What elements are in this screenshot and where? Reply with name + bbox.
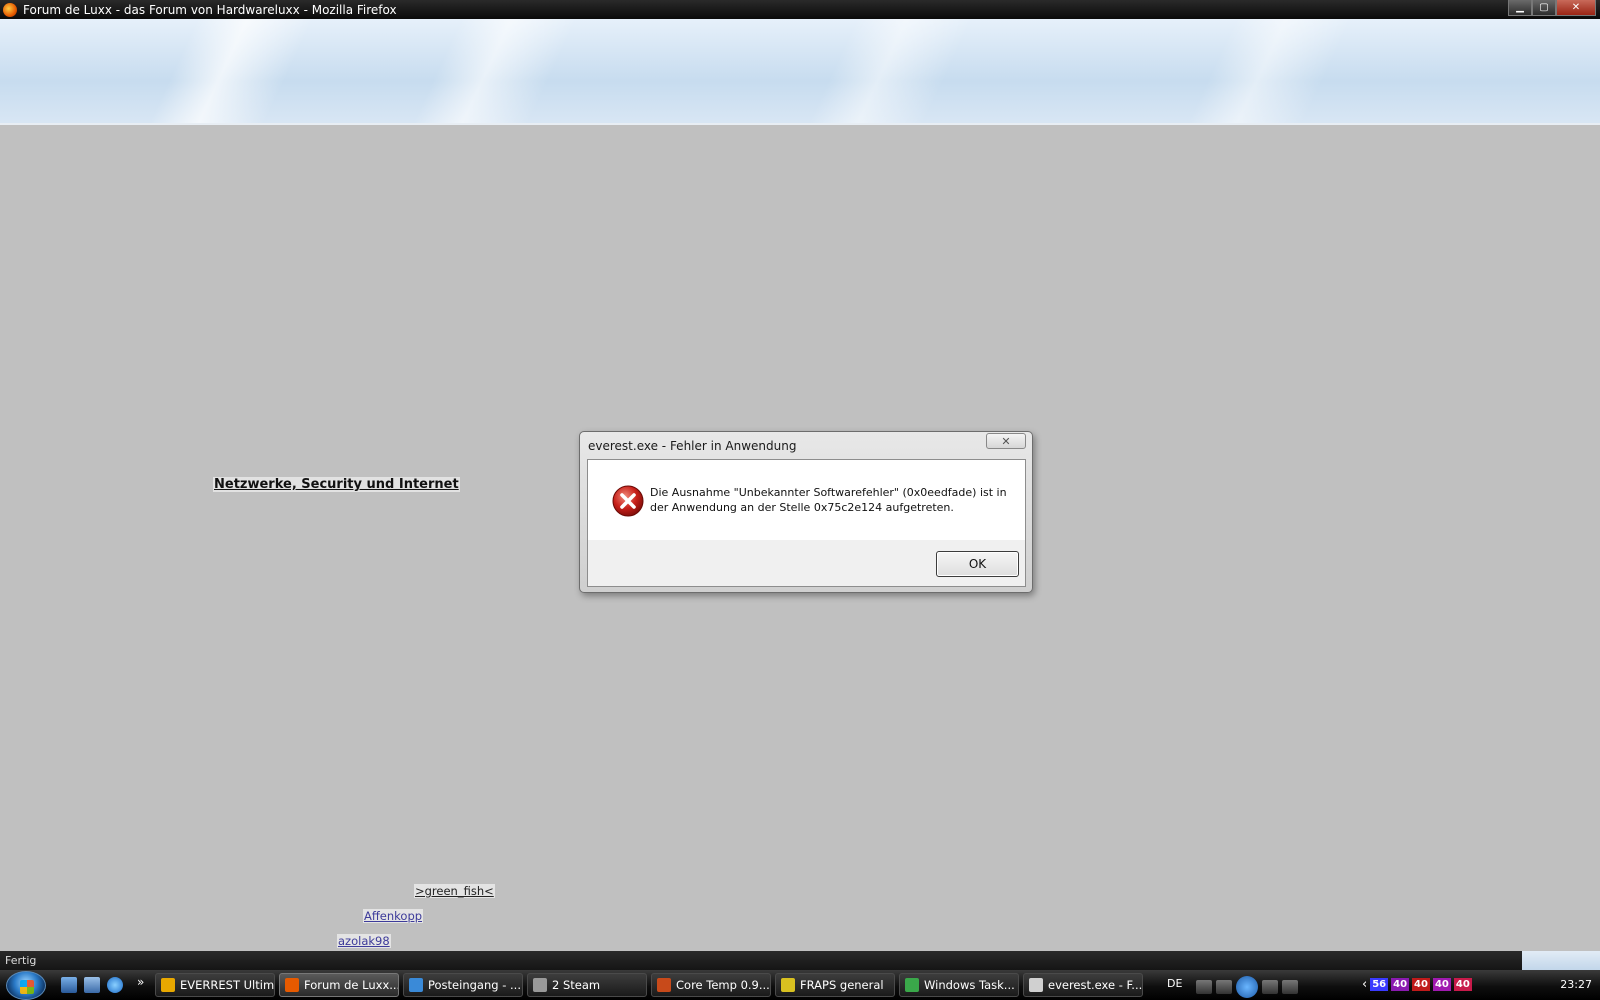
taskbar-button[interactable]: Core Temp 0.9.... (651, 973, 771, 997)
volume-icon[interactable] (1282, 980, 1298, 994)
ok-button[interactable]: OK (936, 551, 1019, 577)
taskbar: » EVERREST Ultim... Forum de Luxx... Poste… (0, 970, 1600, 1000)
minimize-button[interactable]: ▁ (1508, 0, 1532, 16)
switch-windows-icon[interactable] (84, 977, 100, 993)
dialog-close-button[interactable]: ✕ (986, 433, 1026, 449)
taskbar-button-label: EVERREST Ultim... (180, 978, 275, 992)
windows-logo-icon (20, 980, 34, 994)
user-link[interactable]: azolak98 (337, 934, 391, 948)
tray-expand-icon[interactable]: ‹ (1362, 977, 1367, 992)
browser-statusbar: Fertig (0, 951, 1600, 970)
window-controls: ▁ ▢ ✕ (1508, 0, 1596, 16)
browser-chrome-glass (0, 19, 1600, 125)
user-link[interactable]: Affenkopp (363, 909, 424, 923)
app-icon (1029, 978, 1043, 992)
taskbar-button[interactable]: FRAPS general (775, 973, 895, 997)
temperature-tray-icon[interactable]: 40 (1453, 978, 1472, 991)
taskbar-button-label: Core Temp 0.9.... (676, 978, 771, 992)
app-icon (533, 978, 547, 992)
clock[interactable]: 23:27 (1560, 978, 1592, 991)
taskbar-buttons: EVERREST Ultim... Forum de Luxx... Postein… (155, 973, 1143, 997)
status-text: Fertig (5, 954, 37, 967)
error-dialog: everest.exe - Fehler in Anwendung ✕ Die … (579, 431, 1033, 593)
user-link[interactable]: >green_fish< (414, 884, 495, 898)
taskbar-button-label: Posteingang - ... (428, 978, 521, 992)
taskbar-button[interactable]: Posteingang - ... (403, 973, 523, 997)
previous-icon[interactable] (1216, 980, 1232, 994)
system-tray: ‹ 56 40 40 40 40 (1362, 977, 1472, 992)
taskbar-button-label: Windows Task... (924, 978, 1015, 992)
dialog-message-area: Die Ausnahme "Unbekannter Softwarefehler… (588, 460, 1025, 540)
taskbar-button[interactable]: Windows Task... (899, 973, 1019, 997)
show-desktop-icon[interactable] (61, 977, 77, 993)
dialog-title: everest.exe - Fehler in Anwendung (588, 439, 797, 453)
play-icon[interactable] (1236, 976, 1258, 998)
forum-section-heading[interactable]: Netzwerke, Security und Internet (213, 477, 460, 492)
app-icon (161, 978, 175, 992)
next-icon[interactable] (1262, 980, 1278, 994)
maximize-button[interactable]: ▢ (1532, 0, 1556, 16)
temperature-tray-icon[interactable]: 40 (1412, 978, 1430, 991)
app-icon (781, 978, 795, 992)
stop-icon[interactable] (1196, 980, 1212, 994)
temperature-tray-icon[interactable]: 56 (1370, 978, 1389, 991)
quick-launch (61, 977, 123, 993)
taskbar-button[interactable]: EVERREST Ultim... (155, 973, 275, 997)
taskbar-button-label: 2 Steam (552, 978, 601, 992)
window-titlebar: Forum de Luxx - das Forum von Hardwarelu… (0, 0, 1600, 19)
internet-explorer-icon[interactable] (107, 977, 123, 993)
window-close-button[interactable]: ✕ (1556, 0, 1596, 16)
media-controls (1196, 976, 1298, 998)
taskbar-button[interactable]: Forum de Luxx... (279, 973, 399, 997)
temperature-tray-icon[interactable]: 40 (1391, 978, 1410, 991)
taskbar-button[interactable]: everest.exe - F... (1023, 973, 1143, 997)
firefox-icon (3, 2, 17, 17)
error-icon (612, 485, 644, 517)
start-button[interactable] (6, 971, 46, 1000)
taskbar-button-label: FRAPS general (800, 978, 884, 992)
taskbar-button-label: everest.exe - F... (1048, 978, 1143, 992)
app-icon (409, 978, 423, 992)
taskbar-button[interactable]: 2 Steam (527, 973, 647, 997)
statusbar-glass (1522, 951, 1600, 970)
language-indicator[interactable]: DE (1167, 977, 1182, 990)
quick-launch-more[interactable]: » (137, 975, 144, 989)
taskbar-button-label: Forum de Luxx... (304, 978, 399, 992)
dialog-message: Die Ausnahme "Unbekannter Softwarefehler… (650, 486, 1007, 514)
temperature-tray-icon[interactable]: 40 (1432, 978, 1451, 991)
app-icon (905, 978, 919, 992)
app-icon (285, 978, 299, 992)
window-title: Forum de Luxx - das Forum von Hardwarelu… (23, 2, 397, 17)
app-icon (657, 978, 671, 992)
dialog-body: Die Ausnahme "Unbekannter Softwarefehler… (587, 459, 1026, 587)
